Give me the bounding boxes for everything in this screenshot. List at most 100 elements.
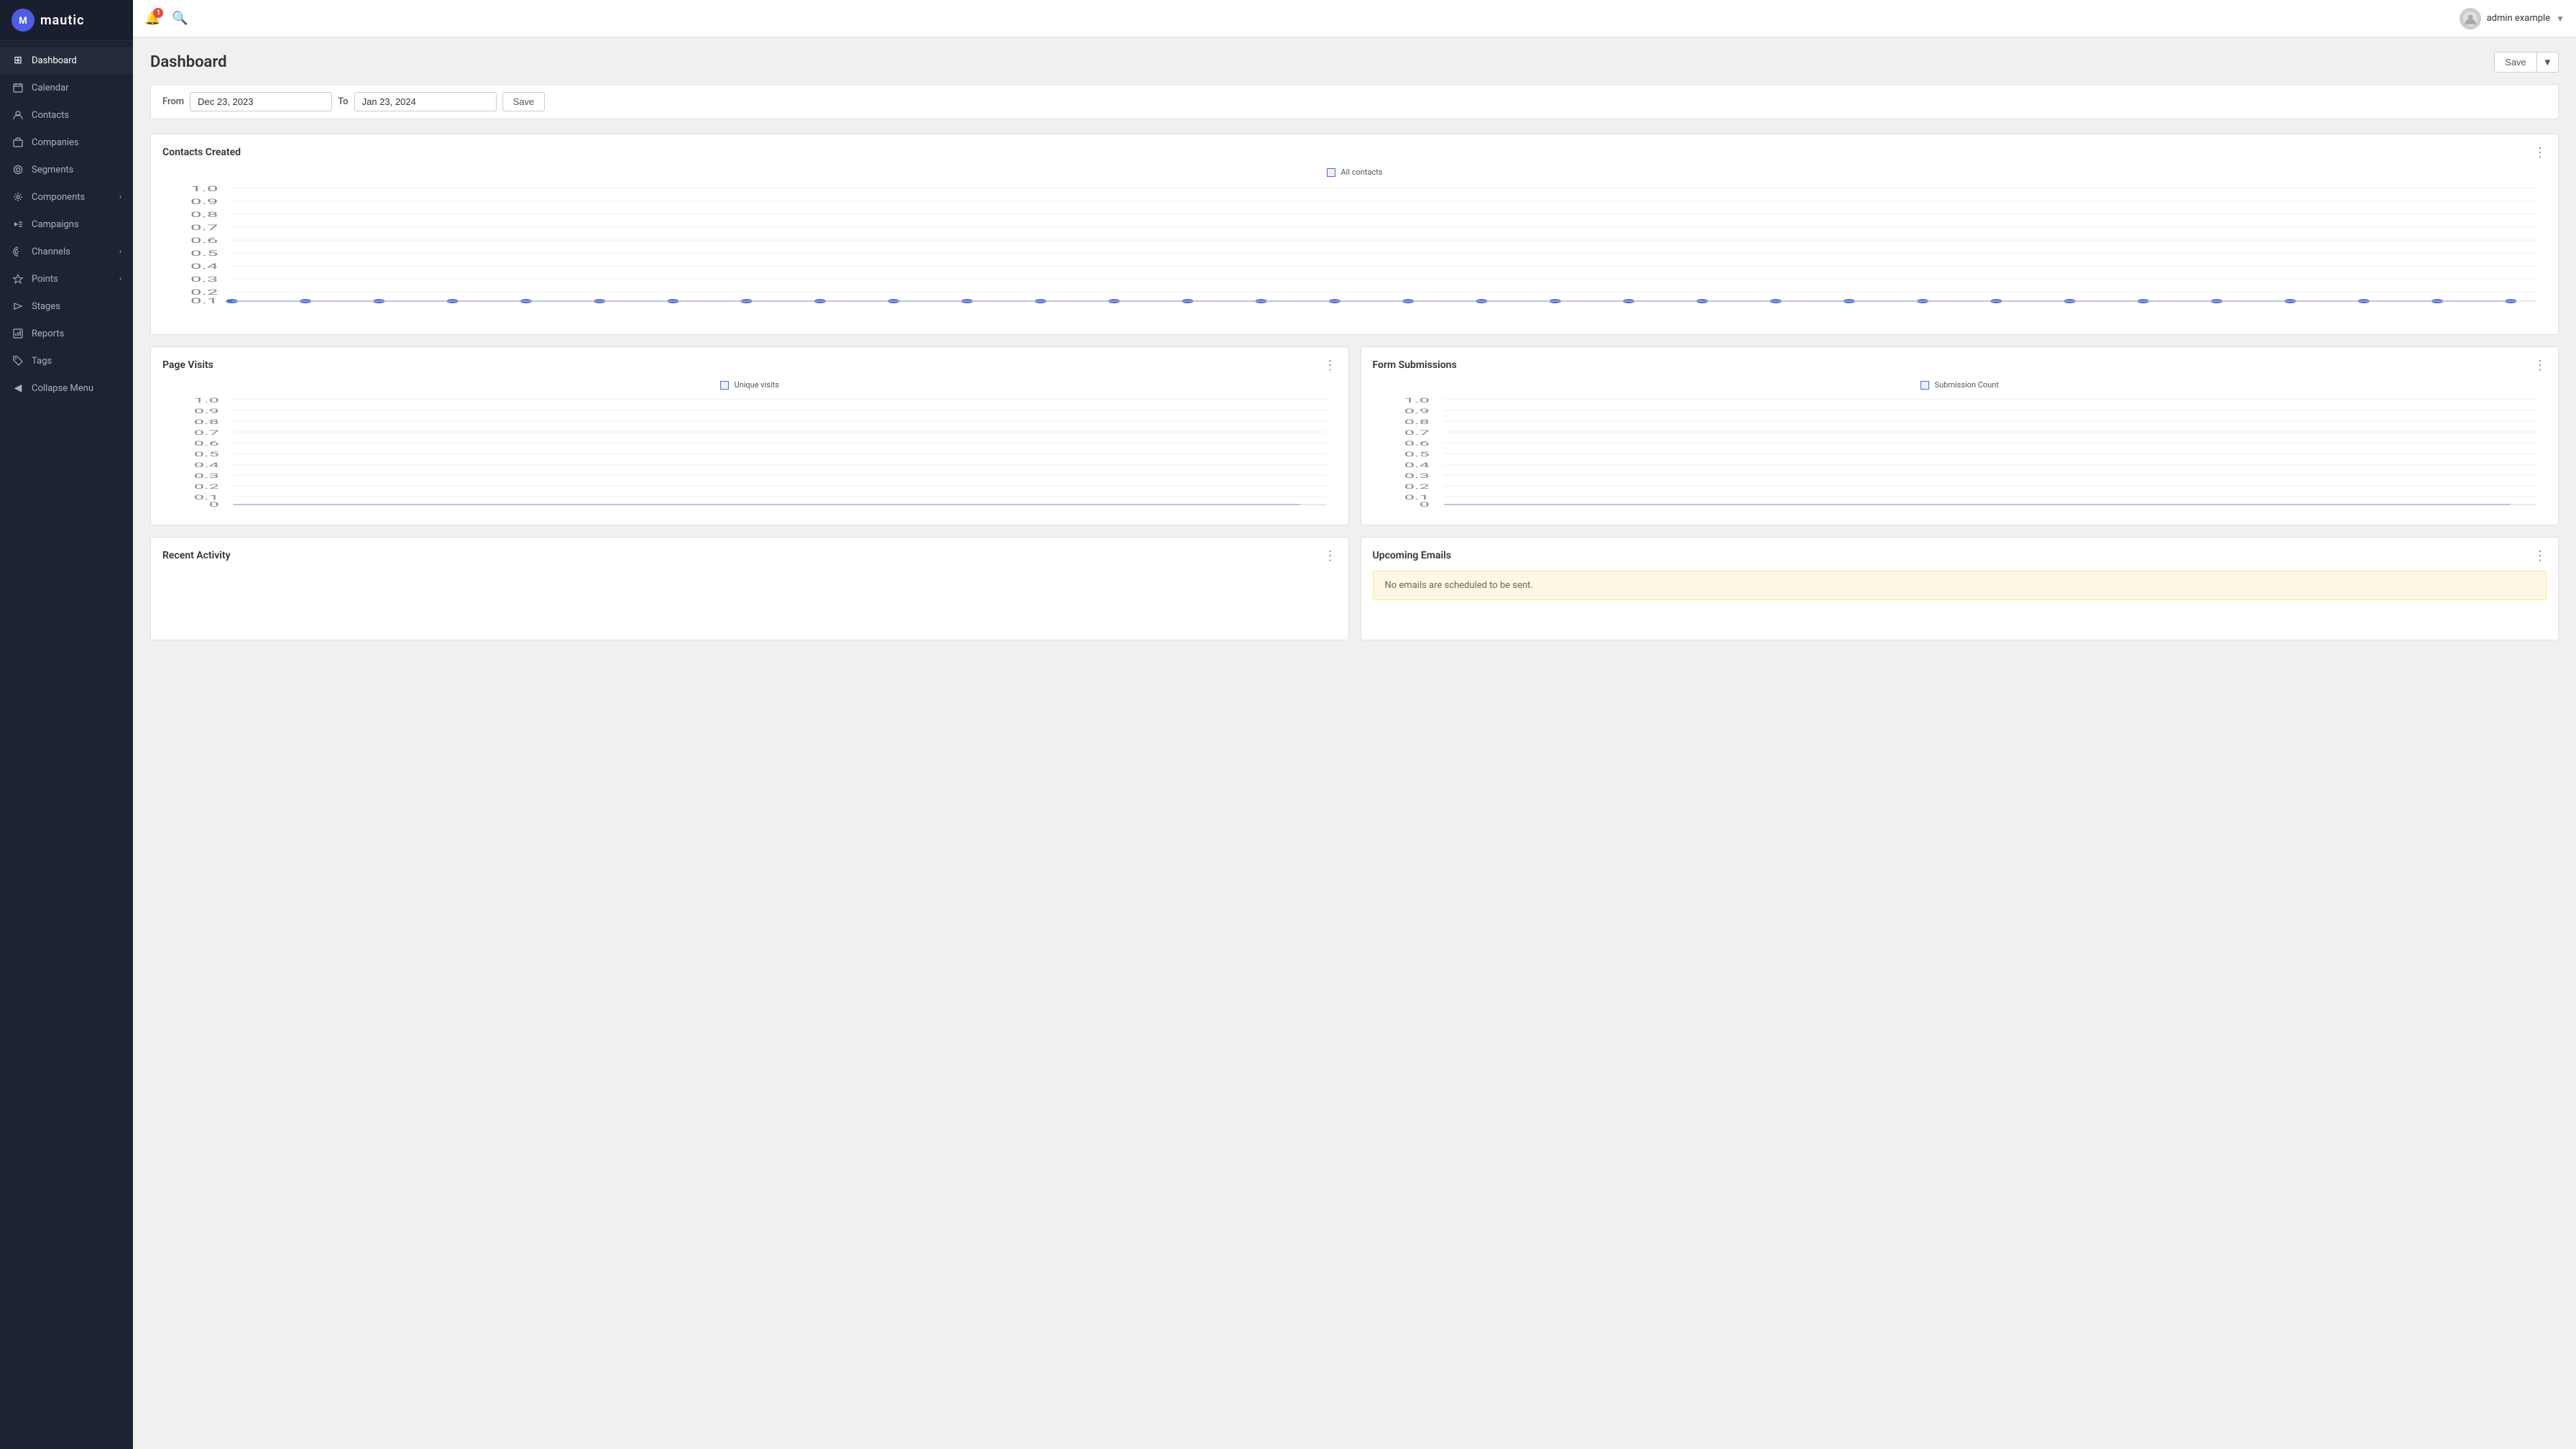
sidebar-item-label: Companies — [32, 137, 79, 148]
widget-title: Upcoming Emails — [1373, 550, 1451, 561]
from-label: From — [162, 96, 184, 107]
widget-menu-button[interactable]: ⋮ — [1324, 359, 1337, 372]
no-emails-text: No emails are scheduled to be sent. — [1385, 580, 1533, 591]
sidebar-item-label: Channels — [32, 247, 70, 257]
companies-icon — [12, 136, 24, 149]
page-header: Dashboard Save ▼ — [150, 52, 2559, 73]
page-visits-chart: 1.0 0.9 0.8 0.7 0.6 0.5 0.4 0.3 0.2 0.1 … — [162, 395, 1337, 513]
form-submissions-chart: 1.0 0.9 0.8 0.7 0.6 0.5 0.4 0.3 0.2 0.1 … — [1373, 395, 2547, 513]
no-emails-notice: No emails are scheduled to be sent. — [1373, 571, 2547, 600]
widget-menu-button[interactable]: ⋮ — [2534, 359, 2547, 372]
user-name: admin example — [2487, 13, 2551, 24]
mautic-logo-icon: M — [12, 9, 34, 32]
points-icon — [12, 272, 24, 285]
widget-header: Page Visits ⋮ — [162, 359, 1337, 372]
date-save-button[interactable]: Save — [502, 92, 546, 111]
svg-text:0.5: 0.5 — [190, 249, 218, 258]
sidebar-logo-text: mautic — [40, 13, 84, 28]
widget-header: Form Submissions ⋮ — [1373, 359, 2547, 372]
sidebar-item-label: Points — [32, 274, 58, 285]
sidebar-item-components[interactable]: Components › — [0, 183, 133, 211]
widget-menu-button[interactable]: ⋮ — [2534, 549, 2547, 562]
date-filter-bar: From To Save — [150, 84, 2559, 119]
contacts-icon — [12, 109, 24, 121]
widget-header: Contacts Created ⋮ — [162, 146, 2547, 159]
from-date-input[interactable] — [190, 92, 332, 111]
svg-text:0.2: 0.2 — [194, 482, 219, 490]
user-dropdown-icon[interactable]: ▼ — [2556, 14, 2564, 24]
sidebar-item-companies[interactable]: Companies — [0, 129, 133, 156]
svg-text:0.2: 0.2 — [1404, 482, 1429, 490]
svg-text:0.1: 0.1 — [190, 297, 218, 305]
widget-menu-button[interactable]: ⋮ — [2534, 146, 2547, 159]
svg-text:0.6: 0.6 — [194, 439, 219, 447]
sidebar: M mautic ⊞ Dashboard Calendar Contacts C… — [0, 0, 133, 1449]
top-header: 🔔 1 🔍 admin example ▼ — [133, 0, 2576, 37]
page-content: Dashboard Save ▼ From To Save Contacts C… — [133, 37, 2576, 1449]
sidebar-item-collapse[interactable]: ◀ Collapse Menu — [0, 374, 133, 402]
sidebar-item-label: Segments — [32, 165, 73, 175]
save-button[interactable]: Save — [2495, 52, 2536, 72]
segments-icon — [12, 163, 24, 176]
legend-label: Unique visits — [735, 380, 779, 390]
sidebar-item-label: Calendar — [32, 83, 69, 93]
sidebar-item-campaigns[interactable]: Campaigns — [0, 211, 133, 238]
sidebar-item-points[interactable]: Points › — [0, 265, 133, 293]
save-button-group: Save ▼ — [2494, 52, 2559, 73]
sidebar-item-reports[interactable]: Reports — [0, 320, 133, 347]
widget-title: Form Submissions — [1373, 359, 1457, 371]
svg-text:0.4: 0.4 — [1404, 461, 1430, 469]
contacts-chart: 1.0 0.9 0.8 0.7 0.6 0.5 0.4 0.3 0.2 0.1 — [162, 183, 2547, 323]
notification-badge: 1 — [153, 8, 163, 18]
sidebar-item-channels[interactable]: Channels › — [0, 238, 133, 265]
sidebar-item-tags[interactable]: Tags — [0, 347, 133, 374]
save-dropdown-button[interactable]: ▼ — [2536, 52, 2558, 72]
svg-text:0.3: 0.3 — [1404, 472, 1429, 479]
svg-text:0.3: 0.3 — [190, 275, 218, 284]
contacts-created-widget: Contacts Created ⋮ All contacts 1.0 0.9 … — [150, 134, 2559, 335]
widget-title: Page Visits — [162, 359, 213, 371]
components-icon — [12, 190, 24, 203]
svg-text:0: 0 — [1419, 500, 1429, 508]
search-icon[interactable]: 🔍 — [172, 11, 188, 26]
widget-row-contacts: Contacts Created ⋮ All contacts 1.0 0.9 … — [150, 134, 2559, 335]
widget-menu-button[interactable]: ⋮ — [1324, 549, 1337, 562]
user-info[interactable]: admin example ▼ — [2460, 8, 2564, 29]
widget-header: Upcoming Emails ⋮ — [1373, 549, 2547, 562]
to-date-input[interactable] — [354, 92, 497, 111]
user-avatar — [2460, 8, 2481, 29]
svg-text:0.8: 0.8 — [1404, 418, 1429, 426]
sidebar-logo[interactable]: M mautic — [0, 0, 133, 41]
sidebar-item-label: Tags — [32, 356, 52, 367]
sidebar-item-segments[interactable]: Segments — [0, 156, 133, 183]
calendar-icon — [12, 81, 24, 94]
svg-text:0.7: 0.7 — [1404, 428, 1429, 436]
tags-icon — [12, 354, 24, 367]
svg-text:0.7: 0.7 — [194, 428, 219, 436]
svg-text:1.0: 1.0 — [194, 396, 219, 404]
svg-text:0: 0 — [209, 500, 219, 508]
sidebar-item-label: Collapse Menu — [32, 383, 93, 394]
svg-text:1.0: 1.0 — [190, 185, 218, 193]
sidebar-item-stages[interactable]: Stages — [0, 293, 133, 320]
svg-text:0.6: 0.6 — [190, 236, 218, 245]
svg-text:0.2: 0.2 — [190, 288, 218, 297]
chart-legend: All contacts — [162, 167, 2547, 177]
sidebar-item-label: Campaigns — [32, 219, 79, 230]
svg-text:0.6: 0.6 — [1404, 439, 1429, 447]
upcoming-emails-widget: Upcoming Emails ⋮ No emails are schedule… — [1361, 537, 2559, 640]
notification-bell[interactable]: 🔔 1 — [144, 11, 160, 26]
dashboard-icon: ⊞ — [12, 54, 24, 67]
svg-text:0.5: 0.5 — [1404, 450, 1429, 458]
legend-box — [1920, 381, 1929, 390]
sidebar-item-contacts[interactable]: Contacts — [0, 101, 133, 129]
sidebar-item-calendar[interactable]: Calendar — [0, 74, 133, 101]
campaigns-icon — [12, 218, 24, 231]
page-visits-widget: Page Visits ⋮ Unique visits 1.0 0.9 0.8 … — [150, 346, 1349, 525]
svg-text:0.4: 0.4 — [190, 262, 218, 271]
sidebar-item-dashboard[interactable]: ⊞ Dashboard — [0, 47, 133, 74]
widget-row-activity-emails: Recent Activity ⋮ Upcoming Emails ⋮ No e… — [150, 537, 2559, 640]
stages-icon — [12, 300, 24, 313]
legend-box — [1327, 168, 1335, 177]
widget-title: Recent Activity — [162, 550, 231, 561]
